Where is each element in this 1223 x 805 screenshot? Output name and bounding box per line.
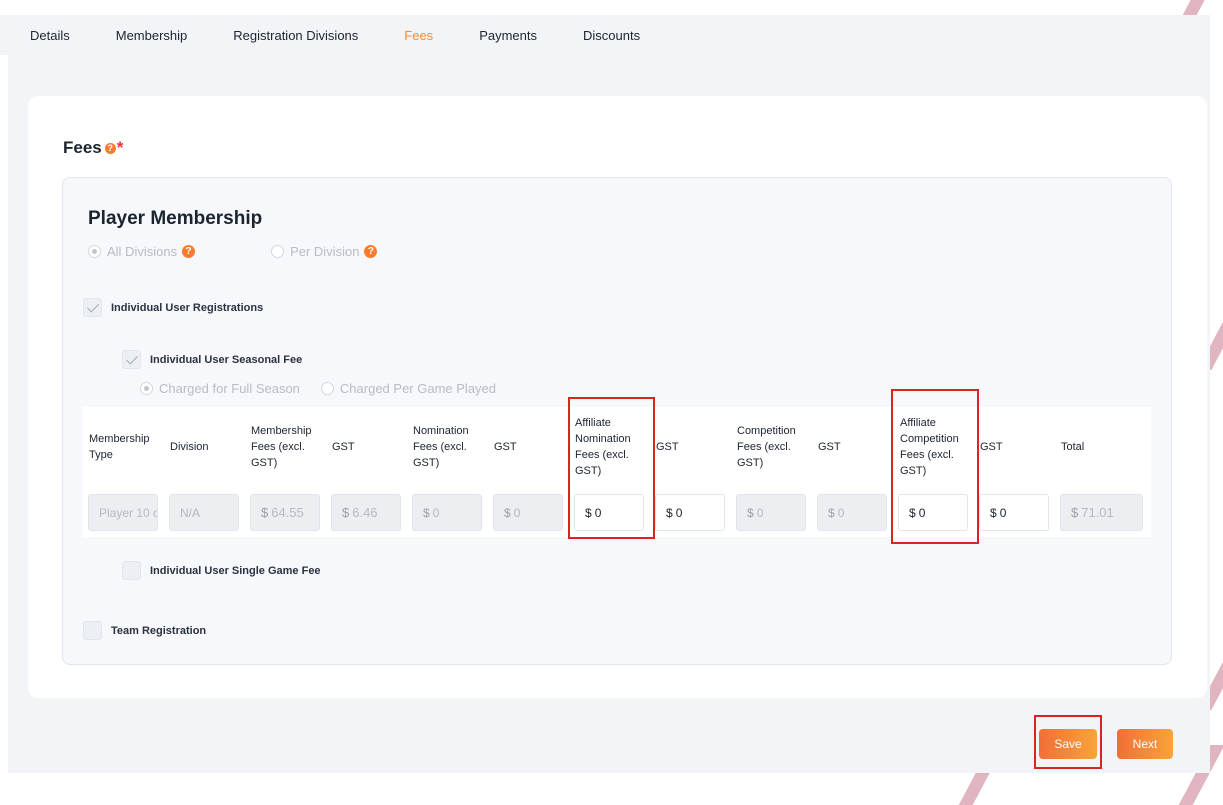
header-affiliate-nomination-fees: Affiliate Nomination Fees (excl. GST) <box>575 417 631 477</box>
gst-field: $0 <box>493 494 563 531</box>
per-game-label: Charged Per Game Played <box>339 381 497 396</box>
tab-registration-divisions[interactable]: Registration Divisions <box>233 28 358 43</box>
single-game-fee-row[interactable]: Individual User Single Game Fee <box>122 561 321 580</box>
nomination-fees-value: 0 <box>432 505 440 520</box>
header-division: Division <box>170 441 209 453</box>
seasonal-fee-checkbox[interactable] <box>122 350 141 369</box>
currency-symbol: $ <box>423 505 430 520</box>
currency-symbol: $ <box>909 505 916 520</box>
per-division-label: Per Division <box>290 244 360 259</box>
player-membership-title: Player Membership <box>88 208 263 229</box>
affiliate-competition-fees-value: 0 <box>918 505 926 520</box>
nomination-fees-field: $0 <box>412 494 482 531</box>
tab-details[interactable]: Details <box>30 28 70 43</box>
tab-discounts[interactable]: Discounts <box>583 28 640 43</box>
fees-heading: Fees ? * <box>63 138 123 158</box>
currency-symbol: $ <box>990 505 997 520</box>
competition-fees-value: 0 <box>756 505 764 520</box>
help-icon[interactable]: ? <box>182 245 196 258</box>
gst-value: 6.46 <box>352 505 378 520</box>
currency-symbol: $ <box>585 505 592 520</box>
required-marker: * <box>116 138 124 157</box>
division-scope-radio-group: All Divisions ? Per Division ? <box>88 244 378 259</box>
tab-payments[interactable]: Payments <box>479 28 537 43</box>
team-registration-row[interactable]: Team Registration <box>83 621 206 640</box>
header-nomination-fees: Nomination Fees (excl. GST) <box>413 425 469 469</box>
help-icon[interactable]: ? <box>364 245 378 258</box>
individual-user-registrations-checkbox[interactable] <box>83 298 102 317</box>
single-game-fee-checkbox[interactable] <box>122 561 141 580</box>
gst-field: $6.46 <box>331 494 401 531</box>
membership-fees-field: $64.55 <box>250 494 320 531</box>
tab-membership[interactable]: Membership <box>116 28 188 43</box>
total-field: $71.01 <box>1060 494 1143 531</box>
gst-value: 0 <box>837 505 845 520</box>
header-gst: GST <box>980 441 1003 453</box>
charge-type-radio-group: Charged for Full Season Charged Per Game… <box>140 381 496 396</box>
individual-user-registrations-label: Individual User Registrations <box>111 301 264 314</box>
gst-field: $0 <box>817 494 887 531</box>
affiliate-competition-fees-input[interactable]: $0 <box>898 494 968 531</box>
currency-symbol: $ <box>747 505 754 520</box>
affiliate-nomination-fees-value: 0 <box>594 505 602 520</box>
per-division-radio[interactable] <box>271 245 285 258</box>
player-membership-panel: Player Membership All Divisions ? Per Di… <box>62 177 1172 665</box>
currency-symbol: $ <box>261 505 269 520</box>
total-value: 71.01 <box>1081 505 1114 520</box>
team-registration-checkbox[interactable] <box>83 621 102 640</box>
gst-input[interactable]: $0 <box>979 494 1049 531</box>
header-affiliate-competition-fees: Affiliate Competition Fees (excl. GST) <box>900 417 959 477</box>
currency-symbol: $ <box>666 505 673 520</box>
per-game-radio[interactable] <box>320 382 334 395</box>
competition-fees-field: $0 <box>736 494 806 531</box>
full-season-option[interactable]: Charged for Full Season <box>140 381 300 396</box>
currency-symbol: $ <box>504 505 511 520</box>
header-total: Total <box>1061 441 1085 453</box>
header-gst: GST <box>818 441 841 453</box>
save-button[interactable]: Save <box>1039 729 1097 759</box>
header-membership-type: Membership Type <box>89 433 150 461</box>
seasonal-fee-row[interactable]: Individual User Seasonal Fee <box>122 350 302 369</box>
header-gst: GST <box>332 441 355 453</box>
seasonal-fee-label: Individual User Seasonal Fee <box>150 353 303 366</box>
individual-user-registrations-row[interactable]: Individual User Registrations <box>83 298 263 317</box>
division-value: N/A <box>180 505 201 520</box>
membership-fees-value: 64.55 <box>271 505 304 520</box>
currency-symbol: $ <box>342 505 350 520</box>
gst-value: 0 <box>513 505 521 520</box>
currency-symbol: $ <box>828 505 835 520</box>
fees-card: Fees ? * Player Membership All Divisions… <box>28 96 1207 698</box>
full-season-radio[interactable] <box>140 382 153 395</box>
tab-bar: Details Membership Registration Division… <box>0 15 1210 55</box>
all-divisions-label: All Divisions <box>107 244 178 259</box>
next-button[interactable]: Next <box>1117 729 1173 759</box>
currency-symbol: $ <box>1071 505 1079 520</box>
full-season-label: Charged for Full Season <box>159 381 300 396</box>
gst-input[interactable]: $0 <box>655 494 725 531</box>
team-registration-label: Team Registration <box>111 624 207 637</box>
fees-title: Fees <box>63 138 102 157</box>
all-divisions-radio[interactable] <box>88 245 101 258</box>
help-icon[interactable]: ? <box>104 142 116 154</box>
affiliate-nomination-fees-input[interactable]: $0 <box>574 494 644 531</box>
division-field: N/A <box>169 494 239 531</box>
all-divisions-option[interactable]: All Divisions ? <box>88 244 196 259</box>
header-membership-fees: Membership Fees (excl. GST) <box>251 425 312 469</box>
membership-type-field: Player 10 o <box>88 494 158 531</box>
tab-fees[interactable]: Fees <box>404 28 433 43</box>
header-competition-fees: Competition Fees (excl. GST) <box>737 425 796 469</box>
header-gst: GST <box>494 441 517 453</box>
membership-type-value: Player 10 o <box>99 505 158 520</box>
header-gst: GST <box>656 441 679 453</box>
single-game-fee-label: Individual User Single Game Fee <box>150 564 321 577</box>
per-game-option[interactable]: Charged Per Game Played <box>320 381 497 396</box>
per-division-option[interactable]: Per Division ? <box>271 244 378 259</box>
gst-value: 0 <box>999 505 1007 520</box>
fee-table: Membership Type Division Membership Fees… <box>83 407 1151 537</box>
gst-value: 0 <box>675 505 683 520</box>
